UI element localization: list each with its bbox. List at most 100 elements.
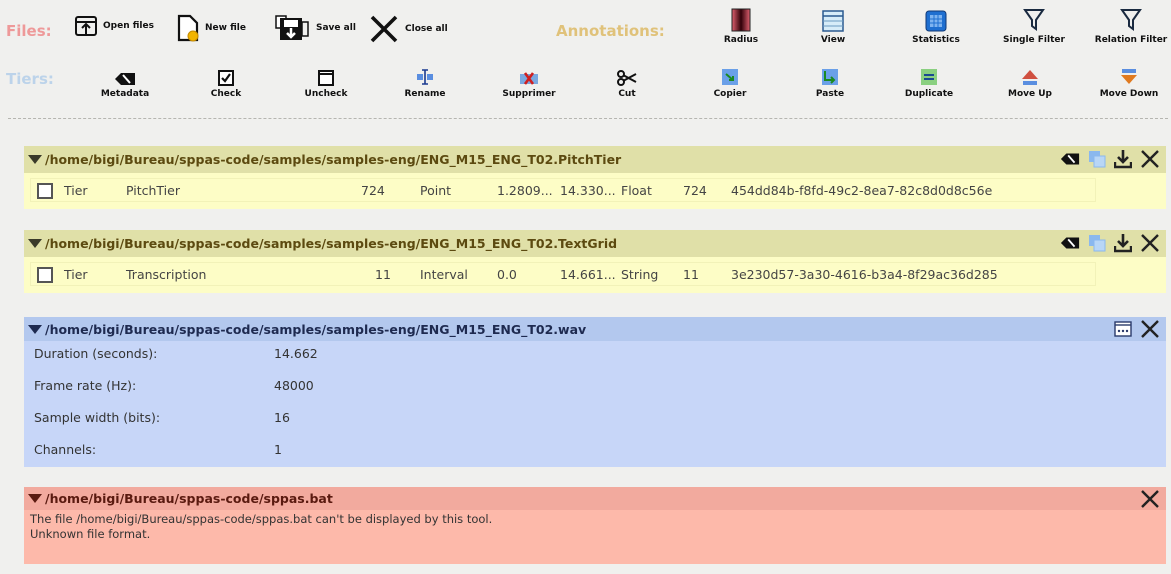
window-more-icon[interactable] [1114, 321, 1132, 337]
relation-filter-button[interactable]: Relation Filter [1086, 8, 1171, 45]
collapse-triangle-icon[interactable] [28, 494, 42, 503]
close-all-icon [370, 15, 398, 43]
bat-file-header[interactable]: /home/bigi/Bureau/sppas-code/sppas.bat [24, 487, 1166, 510]
tag-icon [115, 73, 135, 85]
cut-button[interactable]: Cut [582, 64, 672, 99]
sample-width-label: Sample width (bits): [34, 410, 161, 425]
metadata-button[interactable]: Metadata [80, 64, 170, 99]
radius-button[interactable]: Radius [696, 8, 786, 45]
channels-value: 1 [274, 442, 282, 457]
pitchtier-file-path: /home/bigi/Bureau/sppas-code/samples/sam… [45, 152, 622, 167]
collapse-triangle-icon[interactable] [28, 324, 42, 334]
textgrid-file-path: /home/bigi/Bureau/sppas-code/samples/sam… [45, 236, 618, 251]
tier-checkbox[interactable] [37, 267, 53, 283]
pitchtier-file-header[interactable]: /home/bigi/Bureau/sppas-code/samples/sam… [24, 146, 1166, 173]
tier-label-count: 724 [683, 183, 707, 198]
paste-icon [822, 69, 838, 85]
copier-label: Copier [713, 89, 747, 99]
close-icon[interactable] [1140, 489, 1160, 509]
tier-type: Interval [420, 267, 468, 282]
open-files-icon [75, 16, 97, 36]
supprimer-button[interactable]: Supprimer [484, 64, 574, 99]
move-up-button[interactable]: Move Up [985, 64, 1075, 99]
statistics-button[interactable]: Statistics [891, 8, 981, 45]
tier-end: 14.330... [560, 183, 616, 198]
duplicate-button[interactable]: Duplicate [884, 64, 974, 99]
tag-icon[interactable] [1060, 236, 1080, 250]
uncheck-button[interactable]: Uncheck [281, 64, 371, 99]
new-file-icon [177, 14, 199, 42]
move-down-button[interactable]: Move Down [1084, 64, 1171, 99]
single-filter-button[interactable]: Single Filter [989, 8, 1079, 45]
text-cursor-icon [417, 69, 433, 85]
new-file-button[interactable]: New file [176, 14, 246, 42]
textgrid-file-panel: /home/bigi/Bureau/sppas-code/samples/sam… [24, 230, 1166, 293]
pitchtier-file-panel: /home/bigi/Bureau/sppas-code/samples/sam… [24, 146, 1166, 209]
textgrid-file-header[interactable]: /home/bigi/Bureau/sppas-code/samples/sam… [24, 230, 1166, 257]
tier-row[interactable]: Tier PitchTier 724 Point 1.2809... 14.33… [30, 178, 1096, 202]
checkbox-empty-icon [318, 70, 334, 86]
copier-button[interactable]: Copier [685, 64, 775, 99]
tier-kind: Tier [64, 267, 88, 282]
check-button[interactable]: Check [181, 64, 271, 99]
tag-icon[interactable] [1060, 152, 1080, 166]
tier-type: Point [420, 183, 452, 198]
paste-button[interactable]: Paste [785, 64, 875, 99]
metadata-label: Metadata [100, 89, 150, 99]
view-button[interactable]: View [788, 8, 878, 45]
close-icon[interactable] [1140, 233, 1160, 253]
single-filter-label: Single Filter [1003, 35, 1065, 45]
framerate-label: Frame rate (Hz): [34, 378, 137, 393]
scissors-icon [617, 70, 637, 86]
download-icon[interactable] [1114, 149, 1132, 169]
relation-filter-icon [1120, 9, 1142, 31]
duration-label: Duration (seconds): [34, 346, 158, 361]
checkbox-checked-icon [218, 70, 234, 86]
close-icon[interactable] [1140, 149, 1160, 169]
collapse-triangle-icon[interactable] [28, 239, 42, 248]
wav-file-header[interactable]: /home/bigi/Bureau/sppas-code/samples/sam… [24, 317, 1166, 341]
tier-annotation-count: 724 [361, 183, 385, 198]
tier-kind: Tier [64, 183, 88, 198]
tier-name: Transcription [126, 267, 207, 282]
close-all-button[interactable]: Close all [368, 14, 448, 44]
error-message-line1: The file /home/bigi/Bureau/sppas-code/sp… [30, 512, 493, 526]
download-icon[interactable] [1114, 233, 1132, 253]
check-label: Check [210, 89, 242, 99]
collapse-triangle-icon[interactable] [28, 155, 42, 164]
arrow-down-icon [1121, 69, 1137, 84]
move-up-label: Move Up [1008, 89, 1052, 99]
tier-checkbox[interactable] [37, 183, 53, 199]
copy-icon [722, 69, 738, 85]
rename-button[interactable]: Rename [380, 64, 470, 99]
wav-file-panel: /home/bigi/Bureau/sppas-code/samples/sam… [24, 317, 1166, 467]
tier-id: 3e230d57-3a30-4616-b3a4-8f29ac36d285 [731, 267, 998, 282]
duration-value: 14.662 [274, 346, 318, 361]
uncheck-label: Uncheck [304, 89, 348, 99]
radius-icon [731, 8, 751, 32]
relation-filter-label: Relation Filter [1094, 35, 1168, 45]
radius-label: Radius [723, 35, 759, 45]
copy-icon[interactable] [1088, 150, 1106, 168]
tier-annotation-count: 11 [375, 267, 391, 282]
save-all-icon [275, 15, 309, 40]
open-files-button[interactable]: Open files [74, 14, 154, 38]
sample-width-value: 16 [274, 410, 290, 425]
error-message: The file /home/bigi/Bureau/sppas-code/sp… [24, 510, 1166, 564]
files-section-label: Files: [6, 22, 52, 40]
tier-row[interactable]: Tier Transcription 11 Interval 0.0 14.66… [30, 262, 1096, 286]
error-message-line2: Unknown file format. [30, 527, 151, 541]
copy-icon[interactable] [1088, 234, 1106, 252]
cut-label: Cut [618, 89, 636, 99]
tier-id: 454dd84b-f8fd-49c2-8ea7-82c8d0d8c56e [731, 183, 993, 198]
save-all-button[interactable]: Save all [275, 14, 356, 42]
close-all-label: Close all [405, 24, 448, 34]
view-icon [822, 10, 844, 32]
arrow-up-icon [1022, 70, 1038, 85]
bat-file-panel: /home/bigi/Bureau/sppas-code/sppas.bat T… [24, 487, 1166, 564]
close-icon[interactable] [1140, 319, 1160, 339]
new-file-label: New file [205, 23, 246, 33]
open-files-label: Open files [103, 21, 154, 31]
toolbar-separator [8, 118, 1168, 119]
tier-label-count: 11 [683, 267, 699, 282]
